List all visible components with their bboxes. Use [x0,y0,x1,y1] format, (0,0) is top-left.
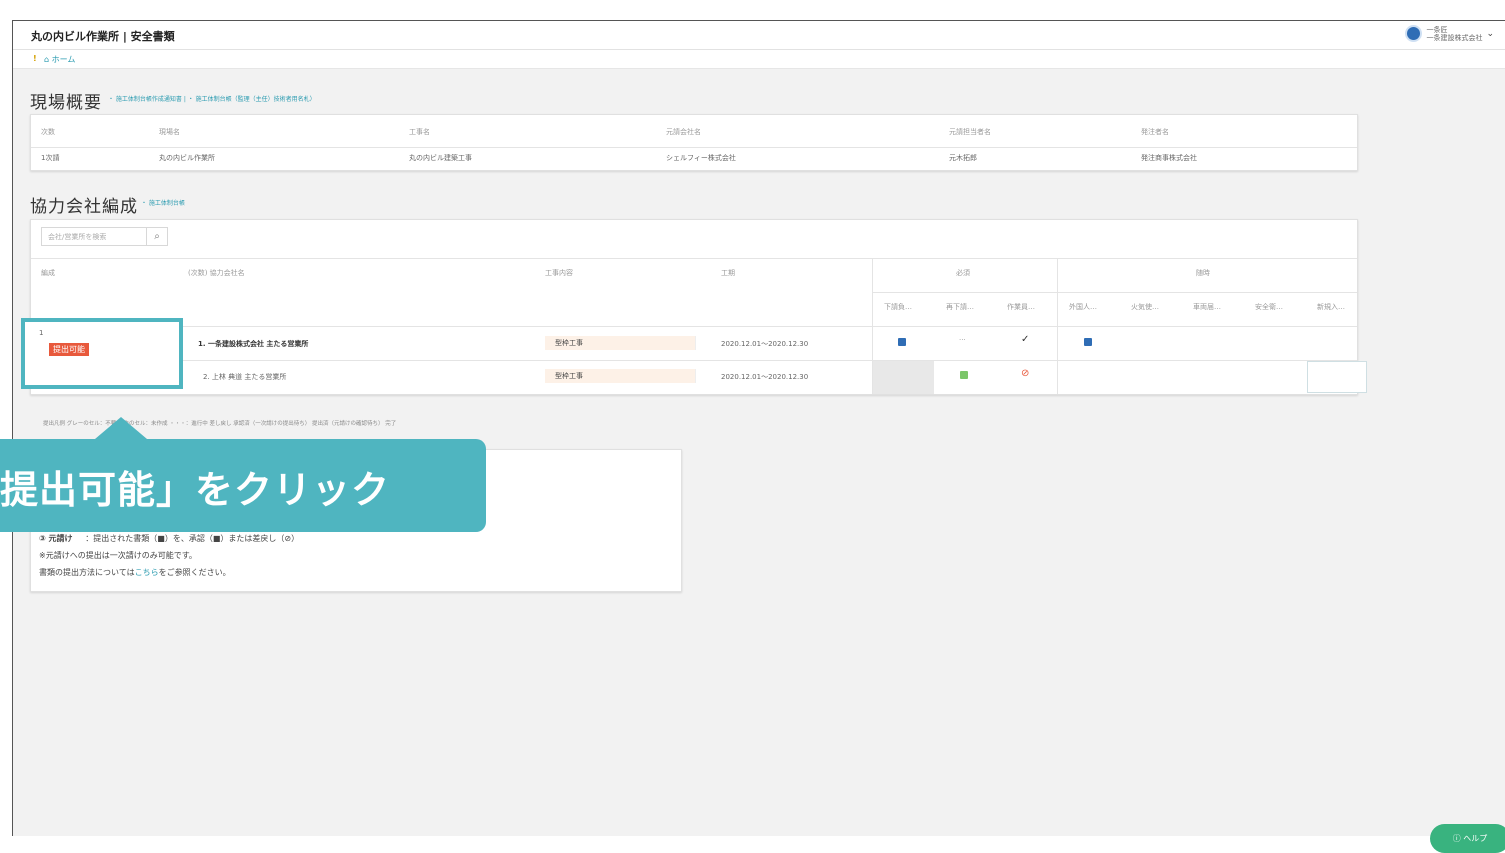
approved-check-icon[interactable]: ✓ [1021,334,1029,345]
col-header: 元請会社名 [666,128,701,136]
user-menu[interactable]: 一条匠 一条建設株式会社 ⌄ [1405,25,1494,42]
search-input[interactable]: 会社/営業所を検索 ⌕ [41,227,168,246]
table-cell: 1次請 [41,154,60,162]
callout-text: 提出可能」をクリック [0,468,391,512]
chevron-down-icon[interactable]: ⌄ [1486,29,1494,39]
top-bar: 丸の内ビル作業所 | 安全書類 一条匠 一条建設株式会社 ⌄ [13,21,1505,50]
work-content: 型枠工事 [545,369,696,383]
help-button[interactable]: ⓘ ヘルプ [1430,824,1505,853]
col-header: (次数) 協力会社名 [188,269,245,277]
overview-title: 現場概要 [30,93,102,113]
breadcrumb: ! ⌂ ホーム [13,50,1505,69]
avatar [1405,25,1423,42]
callout-arrow [95,417,147,439]
submitted-check-icon[interactable] [898,338,906,346]
breadcrumb-marker: ! [33,54,37,63]
partners-title: 協力会社編成 [30,197,138,217]
not-required-cell [873,361,934,394]
col-header: 発注者名 [1141,128,1169,136]
col-header: 随時 [1196,269,1210,277]
info-line: ③ 元請け ：提出された書類（■）を、承認（■）または差戻し（⊘） [39,534,300,543]
help-link[interactable]: こちら [135,568,159,577]
sub-col-header: 作業員… [1007,303,1035,311]
sub-col-header: 火気使… [1131,303,1159,311]
complete-check-icon[interactable] [960,371,968,379]
breadcrumb-home[interactable]: ⌂ ホーム [44,54,75,65]
sub-col-header: 下請負… [884,303,912,311]
sub-col-header: 車両届… [1193,303,1221,311]
work-content: 型枠工事 [545,336,696,350]
col-header: 編成 [41,269,55,277]
sub-col-header: 外国人… [1069,303,1097,311]
rejected-icon[interactable]: ⊘ [1021,368,1029,379]
col-header: 工期 [721,269,735,277]
partner-name[interactable]: 1. 一条建設株式会社 主たる営業所 [198,339,308,349]
in-progress-icon[interactable]: ··· [959,336,966,344]
search-icon[interactable]: ⌕ [146,228,167,245]
partners-link[interactable]: ・ 施工体制台帳 [141,198,185,207]
user-info: 一条匠 一条建設株式会社 [1426,25,1483,42]
page-title: 丸の内ビル作業所 | 安全書類 [31,30,175,43]
highlight-box: 1 提出可能 [21,318,183,389]
work-period: 2020.12.01〜2020.12.30 [721,373,809,381]
partner-name[interactable]: 2. 上林 典道 主たる営業所 [203,372,286,382]
work-period: 2020.12.01〜2020.12.30 [721,340,809,348]
org-number: 1 [39,329,44,337]
partners-table: 会社/営業所を検索 ⌕ 編成 (次数) 協力会社名 工事内容 工期 必須 随時 … [30,219,1367,395]
info-line: 書類の提出方法についてはこちらをご参照ください。 [39,568,231,577]
app-frame: 丸の内ビル作業所 | 安全書類 一条匠 一条建設株式会社 ⌄ ! ⌂ ホーム 現… [12,20,1505,853]
sub-col-header: 安全衛… [1255,303,1283,311]
overview-links[interactable]: ・ 施工体制台帳作成通知書 | ・ 施工体制台帳（監理（主任）技術者用名札） [108,94,316,103]
empty-cell[interactable] [1307,361,1367,393]
tutorial-callout: 提出可能」をクリック [0,417,486,532]
col-header: 必須 [956,269,970,277]
col-header: 現場名 [159,128,180,136]
info-line: ※元請けへの提出は一次請けのみ可能です。 [39,551,197,560]
sub-col-header: 新規入… [1317,303,1345,311]
submitted-check-icon[interactable] [1084,338,1092,346]
col-header: 工事内容 [545,269,573,277]
col-header: 次数 [41,128,55,136]
submittable-badge[interactable]: 提出可能 [49,343,89,356]
table-cell: 発注商事株式会社 [1141,154,1197,162]
col-header: 工事名 [409,128,430,136]
table-cell: 丸の内ビル建築工事 [409,154,472,162]
table-cell: 元木拓郎 [949,154,977,162]
overview-table: 次数 現場名 工事名 元請会社名 元請担当者名 発注者名 1次請 丸の内ビル作業… [30,114,1358,171]
table-cell: 丸の内ビル作業所 [159,154,215,162]
sub-col-header: 再下請… [946,303,974,311]
table-cell: シェルフィー株式会社 [666,154,736,162]
col-header: 元請担当者名 [949,128,991,136]
